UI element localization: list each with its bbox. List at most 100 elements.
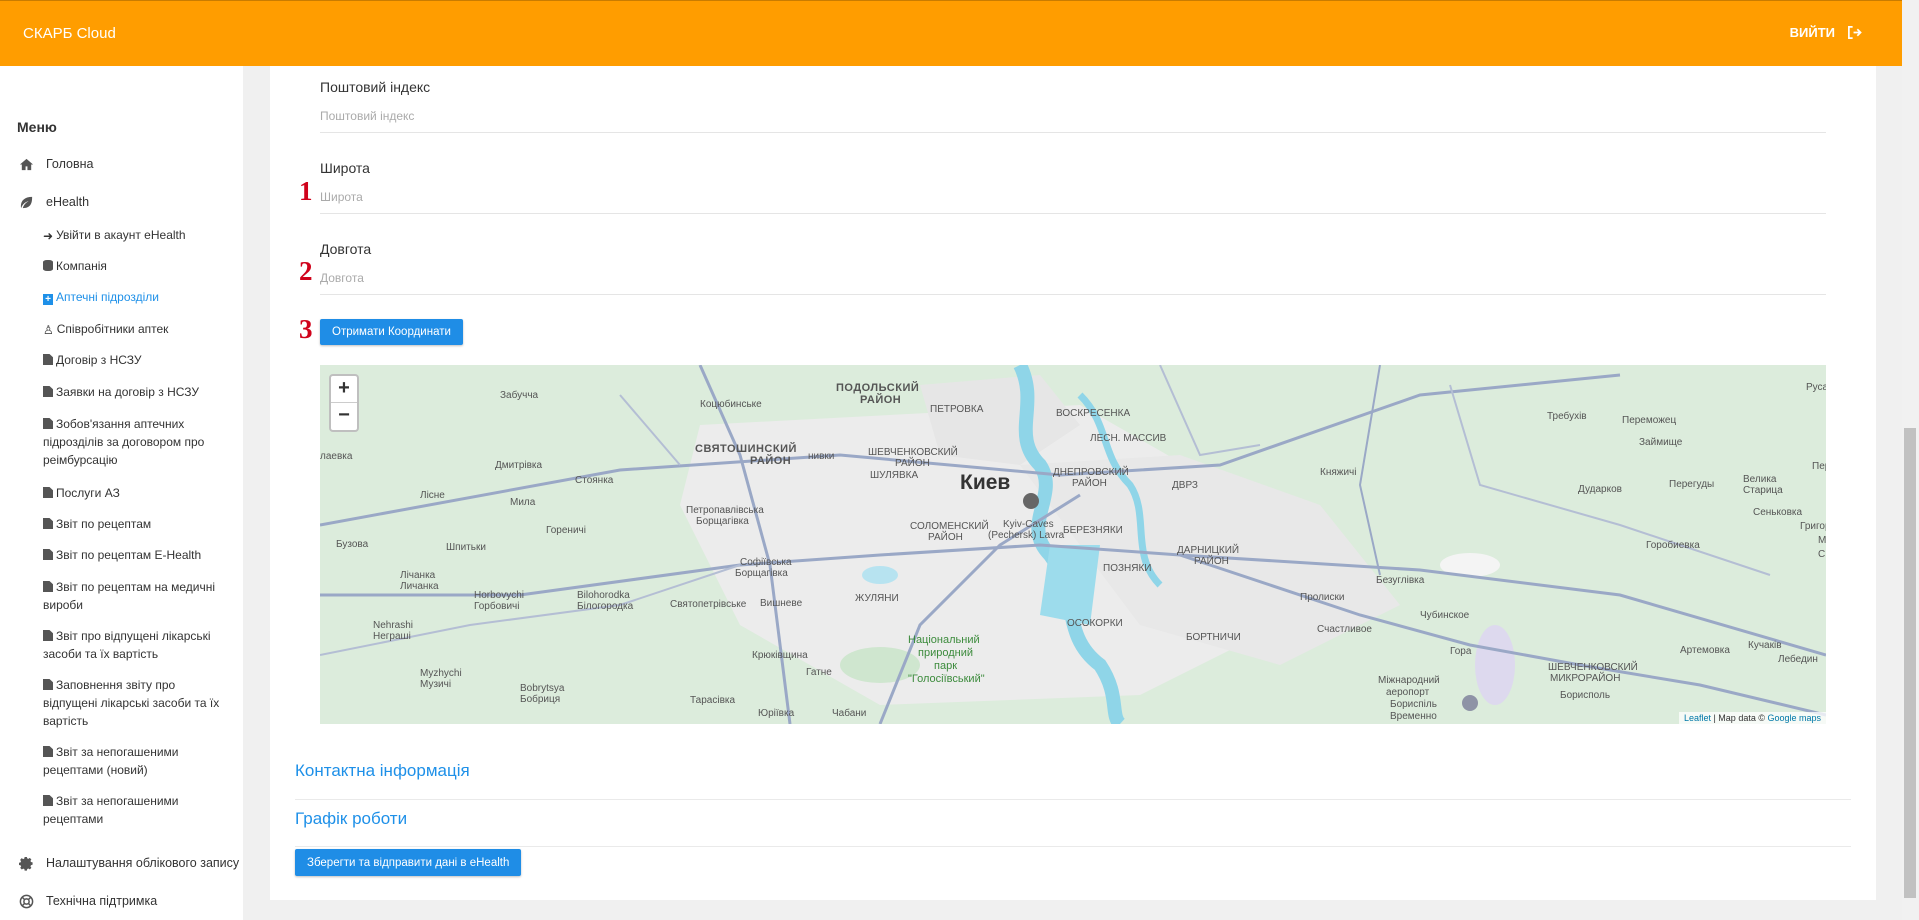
sidebar-sub-label: Заповнення звіту про відпущені лікарські… [43,678,220,728]
map-label: ПОДОЛЬСКИЙ [836,382,920,394]
sidebar-sub-label: Компанія [56,259,107,273]
map-label: Лічанка [400,570,436,581]
sidebar-sub-az-services[interactable]: Послуги АЗ [43,484,223,502]
map-label: Музичі [420,679,452,690]
sidebar-sub-dispensed-report[interactable]: Звіт про відпущені лікарські засоби та ї… [43,627,223,663]
zoom-out-button[interactable]: − [331,403,357,430]
sidebar-sub-unredeemed[interactable]: Звіт за непогашеними рецептами [43,792,223,828]
map-label: Horbovychi [474,590,525,601]
sidebar-item-support[interactable]: Технічна підтримка [18,893,157,909]
map-label: РАЙОН [860,394,902,406]
sidebar-item-label: Головна [46,157,94,171]
sidebar-sub-employees[interactable]: ♙ Співробітники аптек [43,320,223,338]
map-label: Лебедин [1778,654,1818,665]
sidebar-sub-unredeemed-new[interactable]: Звіт за непогашеними рецептами (новий) [43,743,223,779]
map-label: Гатне [806,667,832,678]
sidebar-sub-label: Звіт по рецептам на медичні вироби [43,580,216,612]
home-icon [18,156,34,172]
sidebar-sub-label: Звіт по рецептам [56,517,152,531]
map-label: Вишневе [760,598,803,609]
contact-info-section[interactable]: Контактна інформація [295,761,470,781]
map-view[interactable]: + − Киев ПОДОЛЬСКИЙ РАЙОН СВЯТОШИНСКИЙ Р… [320,365,1826,724]
sidebar-sub-obligations[interactable]: Зобов'язання аптечних підрозділів за дог… [43,415,223,469]
schedule-section[interactable]: Графік роботи [295,809,407,829]
sidebar-sub-fill-dispensed-report[interactable]: Заповнення звіту про відпущені лікарські… [43,676,223,730]
logout-button[interactable]: ВИЙТИ [1790,25,1862,40]
sidebar-item-ehealth[interactable]: eHealth [18,194,89,210]
map-label: РАЙОН [1072,478,1107,489]
map-label: Святопетрівське [670,599,747,610]
map-label: Борщагівка [735,568,788,579]
map-label: Коцюбинське [700,399,762,410]
map-label: Счастливое [1317,624,1372,635]
map-label: БЕРЕЗНЯКИ [1063,525,1123,536]
google-maps-link[interactable]: Google maps [1767,713,1821,723]
map-label: Nehrashi [373,620,414,631]
map-label: БОРТНИЧИ [1186,632,1241,643]
sidebar-item-home[interactable]: Головна [18,156,94,172]
map-label: Горбовичі [474,601,520,612]
map-label: СОЛОМЕНСКИЙ [910,521,989,532]
map-label: Гореничі [546,525,586,536]
longitude-label: Довгота [320,241,372,257]
sidebar-item-account-settings[interactable]: Налаштування облікового запису [18,855,239,871]
sidebar-sub-nszu-contract[interactable]: Договір з НСЗУ [43,351,223,369]
map-label: лаевка [320,451,353,462]
sidebar-sub-recipe-report[interactable]: Звіт по рецептам [43,515,223,533]
postal-code-input[interactable] [320,99,1826,133]
map-label: ЖУЛЯНИ [855,593,899,604]
map-label: Руса [1806,382,1826,393]
map-label: ВОСКРЕСЕНКА [1056,408,1131,419]
map-label: Kyiv-Caves [1003,519,1054,530]
sidebar-sub-label: Звіт про відпущені лікарські засоби та ї… [43,629,211,661]
map-label: Національний [908,634,980,646]
map-label: Кучаків [1748,640,1782,651]
scrollbar-thumb[interactable] [1904,428,1916,898]
map-label: Бобриця [520,694,561,705]
map-label: Бузова [336,539,369,550]
sidebar-sub-label: Заявки на договір з НСЗУ [56,385,199,399]
map-label-kyiv: Киев [960,471,1011,494]
sidebar: Меню Головна eHealth ➜ Увійти в акаунт eH… [0,66,243,920]
brand-title[interactable]: СКАРБ Cloud [23,25,116,42]
annotation-marker-1: 1 [299,176,313,206]
sidebar-sub-pharmacy-units[interactable]: + Аптечні підрозділи [43,288,223,306]
sidebar-sub-nszu-requests[interactable]: Заявки на договір з НСЗУ [43,383,223,401]
file-icon [43,354,53,365]
logout-label: ВИЙТИ [1789,25,1835,40]
map-label: Білогородка [577,601,634,612]
menu-title: Меню [17,119,57,135]
top-navbar: СКАРБ Cloud ВИЙТИ [0,0,1902,66]
map-label: Личанка [400,581,439,592]
section-divider [295,846,1851,847]
map-label: Горобиевка [1646,540,1700,551]
sidebar-sub-recipe-report-ehealth[interactable]: Звіт по рецептам E-Health [43,546,223,564]
sidebar-sub-medical-devices-report[interactable]: Звіт по рецептам на медичні вироби [43,578,223,614]
map-attribution: Leaflet | Map data © Google maps [1678,712,1826,724]
map-label: (Pechersk) Lavra [988,530,1065,541]
sidebar-sub-ehealth-login[interactable]: ➜ Увійти в акаунт eHealth [43,226,223,244]
save-send-ehealth-button[interactable]: Зберегти та відправити дані в eHealth [295,849,522,876]
leaflet-link[interactable]: Leaflet [1684,713,1711,723]
map-label: парк [934,660,958,672]
zoom-control: + − [329,374,359,432]
map-label: Крюківщина [752,650,808,661]
map-label: аеропорт [1386,687,1430,698]
longitude-input[interactable] [320,261,1826,295]
sidebar-sub-label: Послуги АЗ [56,486,120,500]
get-coordinates-button[interactable]: Отримати Координати [320,319,463,345]
map-label: Велика [1743,474,1777,485]
postal-code-label: Поштовий індекс [320,79,431,95]
file-icon [43,795,53,806]
map-label: Чабани [832,708,867,719]
map-label: Стоянка [575,475,614,486]
sidebar-sub-company[interactable]: Компанія [43,257,223,275]
zoom-in-button[interactable]: + [331,376,357,403]
map-label: Борщагівка [696,516,749,527]
map-label: Займище [1639,437,1683,448]
map-label: Григорове [1800,521,1826,532]
latitude-input[interactable] [320,180,1826,214]
latitude-label: Широта [320,160,370,176]
leaf-icon [18,194,34,210]
map-label: ЛЕСН. МАССИВ [1090,433,1167,444]
